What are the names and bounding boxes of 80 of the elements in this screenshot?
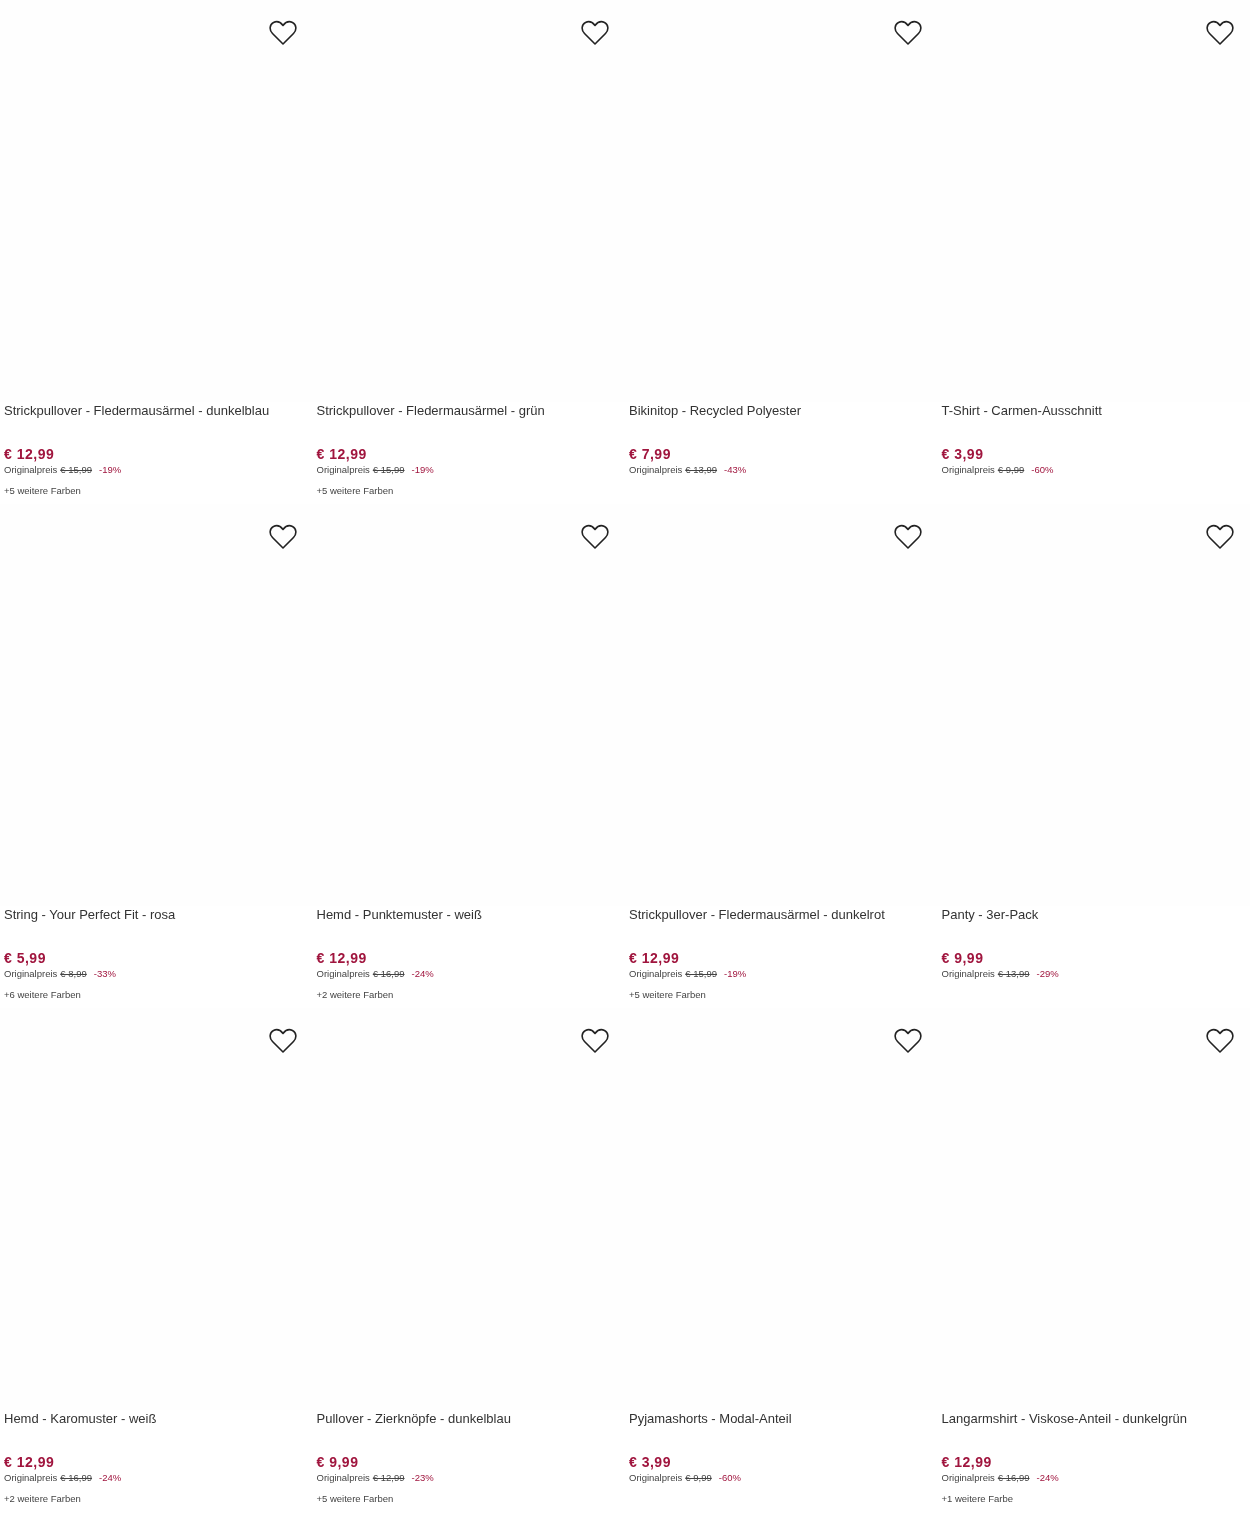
- original-price: € 15,99: [60, 463, 93, 477]
- more-colors-text: +2 weitere Farben: [4, 1492, 82, 1506]
- original-price: € 15,99: [685, 967, 718, 981]
- favorite-button[interactable]: [1206, 20, 1234, 46]
- more-colors-text: +5 weitere Farben: [316, 484, 395, 498]
- more-colors-text: +5 weitere Farben: [629, 988, 707, 1002]
- discount-label: -19%: [411, 463, 434, 477]
- product-title[interactable]: T-Shirt - Carmen-Ausschnitt: [941, 402, 1246, 420]
- original-price: € 16,99: [372, 967, 405, 981]
- original-price-label: Originalpreis: [629, 1471, 683, 1485]
- discount-label: -24%: [411, 967, 434, 981]
- discount-label: -19%: [724, 967, 747, 981]
- discount-label: -60%: [1031, 463, 1054, 477]
- more-colors-text: +1 weitere Farbe: [941, 1492, 1015, 1506]
- original-price: € 9,99: [997, 463, 1025, 477]
- product-title[interactable]: Pyjamashorts - Modal-Anteil: [629, 1410, 934, 1428]
- original-price: € 15,99: [372, 463, 405, 477]
- original-price-label: Originalpreis: [941, 463, 995, 477]
- original-price: € 9,99: [685, 1471, 712, 1485]
- more-colors-text: +2 weitere Farben: [316, 988, 395, 1002]
- favorite-button[interactable]: [893, 20, 922, 46]
- original-price-label: Originalpreis: [316, 967, 370, 981]
- original-price-label: Originalpreis: [941, 967, 995, 981]
- product-title[interactable]: Pullover - Zierknöpfe - dunkelblau: [316, 1410, 621, 1428]
- sale-price: € 3,99: [629, 1453, 672, 1471]
- favorite-button[interactable]: [1206, 1028, 1234, 1054]
- original-price: € 16,99: [60, 1471, 93, 1485]
- discount-label: -24%: [99, 1471, 122, 1485]
- product-title[interactable]: Langarmshirt - Viskose-Anteil - dunkelgrün: [941, 1410, 1246, 1428]
- sale-price: € 12,99: [4, 1453, 56, 1471]
- sale-price: € 12,99: [629, 949, 681, 967]
- favorite-button[interactable]: [893, 524, 922, 550]
- discount-label: -19%: [99, 463, 122, 477]
- original-price-label: Originalpreis: [4, 463, 58, 477]
- sale-price: € 12,99: [316, 949, 368, 967]
- product-title[interactable]: Strickpullover - Fledermausärmel - grün: [316, 402, 621, 420]
- favorite-button[interactable]: [268, 524, 297, 550]
- product-title[interactable]: String - Your Perfect Fit - rosa: [4, 906, 309, 924]
- original-price: € 16,99: [997, 1471, 1030, 1485]
- more-colors-text: +6 weitere Farben: [4, 988, 82, 1002]
- original-price: € 8,99: [60, 967, 87, 981]
- favorite-button[interactable]: [893, 1028, 922, 1054]
- favorite-button[interactable]: [268, 1028, 297, 1054]
- favorite-button[interactable]: [268, 20, 297, 46]
- product-title[interactable]: Panty - 3er-Pack: [941, 906, 1246, 924]
- sale-price: € 12,99: [316, 445, 368, 463]
- sale-price: € 12,99: [941, 1453, 993, 1471]
- sale-price: € 9,99: [941, 949, 985, 967]
- original-price-label: Originalpreis: [629, 463, 683, 477]
- more-colors-text: +5 weitere Farben: [4, 484, 82, 498]
- product-title[interactable]: Strickpullover - Fledermausärmel - dunkelrot: [629, 906, 934, 924]
- sale-price: € 12,99: [4, 445, 56, 463]
- favorite-button[interactable]: [581, 20, 609, 46]
- discount-label: -29%: [1036, 967, 1059, 981]
- original-price: € 13,99: [685, 463, 718, 477]
- original-price-label: Originalpreis: [4, 1471, 58, 1485]
- product-title[interactable]: Hemd - Karomuster - weiß: [4, 1410, 309, 1428]
- original-price: € 12,99: [372, 1471, 405, 1485]
- original-price-label: Originalpreis: [316, 1471, 370, 1485]
- sale-price: € 3,99: [941, 445, 985, 463]
- product-title[interactable]: Bikinitop - Recycled Polyester: [629, 402, 934, 420]
- sale-price: € 9,99: [316, 1453, 360, 1471]
- discount-label: -23%: [411, 1471, 434, 1485]
- original-price-label: Originalpreis: [316, 463, 370, 477]
- more-colors-text: +5 weitere Farben: [316, 1492, 395, 1506]
- discount-label: -43%: [724, 463, 747, 477]
- favorite-button[interactable]: [581, 524, 609, 550]
- favorite-button[interactable]: [581, 1028, 609, 1054]
- discount-label: -33%: [93, 967, 116, 981]
- original-price-label: Originalpreis: [629, 967, 683, 981]
- sale-price: € 7,99: [629, 445, 672, 463]
- sale-price: € 5,99: [4, 949, 47, 967]
- original-price: € 13,99: [997, 967, 1030, 981]
- favorite-button[interactable]: [1206, 524, 1234, 550]
- original-price-label: Originalpreis: [941, 1471, 995, 1485]
- product-title[interactable]: Hemd - Punktemuster - weiß: [316, 906, 621, 924]
- discount-label: -60%: [718, 1471, 741, 1485]
- original-price-label: Originalpreis: [4, 967, 58, 981]
- discount-label: -24%: [1036, 1471, 1059, 1485]
- product-title[interactable]: Strickpullover - Fledermausärmel - dunkelblau: [4, 402, 309, 420]
